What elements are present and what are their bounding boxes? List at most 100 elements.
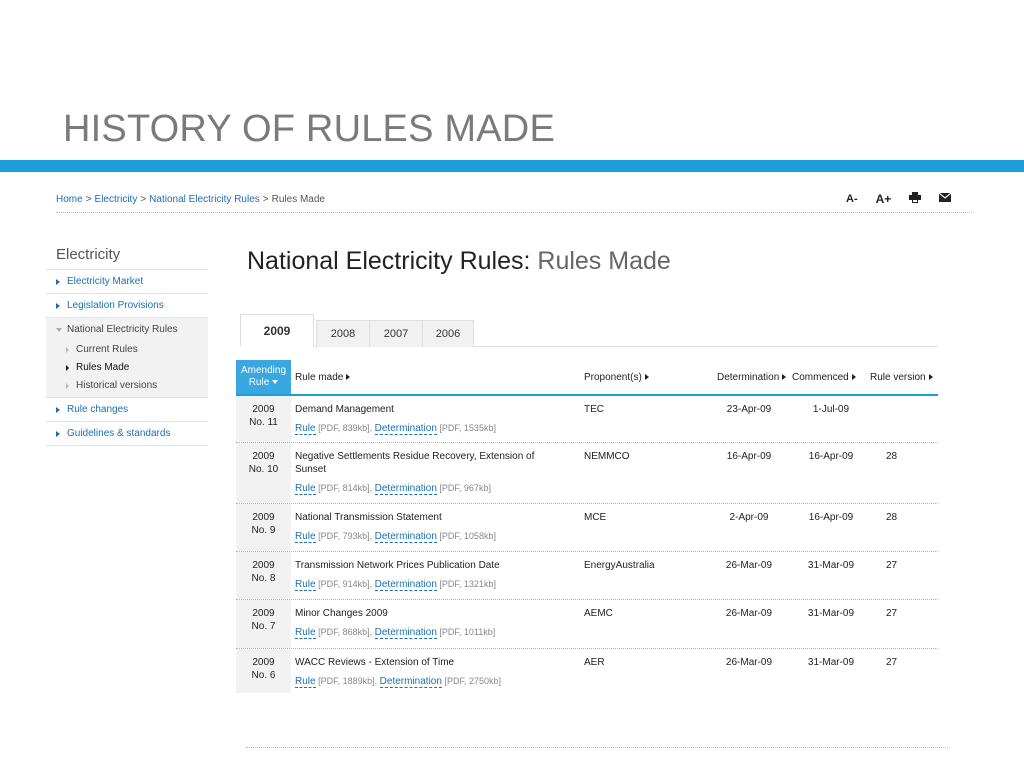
breadcrumb-ner[interactable]: National Electricity Rules [149, 194, 260, 205]
rule-version-cell: 28 [886, 512, 898, 523]
arrow-right-icon [66, 346, 69, 353]
rule-pdf-link[interactable]: Rule [295, 579, 316, 591]
proponent-cell: AER [584, 657, 605, 668]
proponent-cell: NEMMCO [584, 451, 630, 462]
rule-size: [PDF, 868kb], [318, 627, 373, 637]
header-rule-version[interactable]: Rule version [870, 360, 933, 394]
arrow-right-icon [56, 302, 60, 309]
amending-rule-cell: 2009 No. 10 [236, 443, 291, 503]
decrease-font-button[interactable]: A- [846, 193, 858, 205]
header-amending-rule[interactable]: Amending Rule [236, 360, 291, 394]
amend-number: No. 10 [248, 464, 279, 475]
rule-pdf-link[interactable]: Rule [295, 627, 316, 639]
sidebar-item-guidelines-standards[interactable]: Guidelines & standards [46, 422, 208, 446]
sort-arrow-icon [346, 374, 351, 380]
amending-rule-cell: 2009 No. 7 [236, 600, 291, 648]
breadcrumb-electricity[interactable]: Electricity [95, 194, 138, 205]
page-title-main: National Electricity Rules: [247, 247, 531, 275]
header-label: Determination [717, 371, 780, 383]
header-label: Rule made [295, 371, 344, 383]
tab-2009[interactable]: 2009 [240, 314, 314, 347]
sidebar-item-legislation-provisions[interactable]: Legislation Provisions [46, 294, 208, 318]
rule-links: Rule [PDF, 839kb], Determination [PDF, 1… [295, 422, 560, 435]
sidebar-item-label: National Electricity Rules [67, 324, 178, 335]
header-proponent[interactable]: Proponent(s) [584, 360, 649, 394]
rule-version-cell: 27 [886, 608, 898, 619]
breadcrumb-separator: > [140, 194, 147, 205]
year-tabs: 2009 2008 2007 2006 [240, 314, 938, 347]
rule-size: [PDF, 914kb], [318, 579, 373, 589]
amend-number: No. 11 [249, 417, 278, 428]
arrow-down-icon [56, 327, 62, 332]
sidebar-item-label: Rule changes [67, 404, 129, 415]
page-title-sub: Rules Made [537, 247, 671, 275]
rule-size: [PDF, 814kb], [318, 483, 373, 493]
sort-arrow-icon [851, 374, 856, 380]
amend-year: 2009 [252, 657, 275, 668]
rule-made-cell: Negative Settlements Residue Recovery, E… [295, 450, 560, 495]
sidebar-group-ner: National Electricity Rules Current Rules… [46, 318, 208, 398]
sidebar-subitem-current-rules[interactable]: Current Rules [46, 341, 208, 359]
sidebar-item-rule-changes[interactable]: Rule changes [46, 398, 208, 422]
determination-pdf-link[interactable]: Determination [374, 423, 437, 435]
header-rule-made[interactable]: Rule made [295, 360, 351, 394]
tab-2007[interactable]: 2007 [369, 320, 423, 347]
proponent-cell: AEMC [584, 608, 613, 619]
arrow-right-icon [56, 278, 60, 285]
commenced-cell: 16-Apr-09 [808, 451, 854, 462]
determination-size: [PDF, 1058kb] [439, 531, 496, 541]
table-row: 2009 No. 9 National Transmission Statemen… [236, 504, 938, 552]
commenced-cell: 16-Apr-09 [808, 512, 854, 523]
sidebar-item-electricity-market[interactable]: Electricity Market [46, 270, 208, 294]
sidebar-title: Electricity [46, 244, 208, 270]
determination-size: [PDF, 2750kb] [444, 676, 501, 686]
determination-pdf-link[interactable]: Determination [374, 483, 437, 495]
accent-bar [0, 160, 1024, 172]
rule-pdf-link[interactable]: Rule [295, 676, 316, 688]
rule-pdf-link[interactable]: Rule [295, 423, 316, 435]
determination-cell: 16-Apr-09 [726, 451, 772, 462]
breadcrumb-separator: > [262, 194, 269, 205]
increase-font-button[interactable]: A+ [876, 192, 892, 206]
determination-pdf-link[interactable]: Determination [374, 627, 437, 639]
determination-pdf-link[interactable]: Determination [374, 579, 437, 591]
rules-table: Amending Rule Rule made Proponent(s) Det… [236, 360, 938, 693]
determination-pdf-link[interactable]: Determination [374, 531, 437, 543]
bottom-divider [246, 747, 948, 748]
header-commenced[interactable]: Commenced [792, 360, 856, 394]
sidebar-item-ner[interactable]: National Electricity Rules [46, 318, 208, 341]
sidebar-subitem-rules-made[interactable]: Rules Made [46, 359, 208, 377]
amending-rule-cell: 2009 No. 9 [236, 504, 291, 551]
rule-links: Rule [PDF, 1889kb], Determination [PDF, … [295, 675, 560, 688]
rule-size: [PDF, 793kb], [318, 531, 373, 541]
email-icon[interactable] [938, 192, 952, 205]
sort-down-icon [272, 380, 279, 385]
determination-pdf-link[interactable]: Determination [379, 676, 442, 688]
determination-cell: 23-Apr-09 [726, 404, 772, 415]
amend-number: No. 9 [251, 525, 276, 536]
breadcrumb-home[interactable]: Home [56, 194, 83, 205]
sidebar-subitem-historical-versions[interactable]: Historical versions [46, 377, 208, 397]
sidebar-item-label: Guidelines & standards [67, 428, 171, 439]
print-icon[interactable] [909, 192, 922, 206]
commenced-cell: 31-Mar-09 [807, 657, 855, 668]
tab-2006[interactable]: 2006 [422, 320, 474, 347]
rule-links: Rule [PDF, 793kb], Determination [PDF, 1… [295, 530, 560, 543]
rule-pdf-link[interactable]: Rule [295, 483, 316, 495]
arrow-right-icon [56, 406, 60, 413]
rule-pdf-link[interactable]: Rule [295, 531, 316, 543]
rule-made-cell: Demand Management Rule [PDF, 839kb], Det… [295, 403, 560, 435]
rule-version-cell: 28 [886, 451, 898, 462]
slide-title: HISTORY OF RULES MADE [63, 108, 555, 150]
sidebar-item-label: Electricity Market [67, 276, 144, 287]
amend-year: 2009 [252, 560, 275, 571]
tab-2008[interactable]: 2008 [316, 320, 370, 347]
table-row: 2009 No. 11 Demand Management Rule [PDF, … [236, 396, 938, 443]
header-determination[interactable]: Determination [717, 360, 787, 394]
header-label: Amending [240, 365, 287, 376]
rule-title: Demand Management [295, 404, 394, 415]
commenced-cell: 1-Jul-09 [812, 404, 850, 415]
table-row: 2009 No. 8 Transmission Network Prices Pu… [236, 552, 938, 600]
rule-made-cell: National Transmission Statement Rule [PD… [295, 511, 560, 543]
sidebar: Electricity Electricity Market Legislati… [46, 244, 208, 446]
